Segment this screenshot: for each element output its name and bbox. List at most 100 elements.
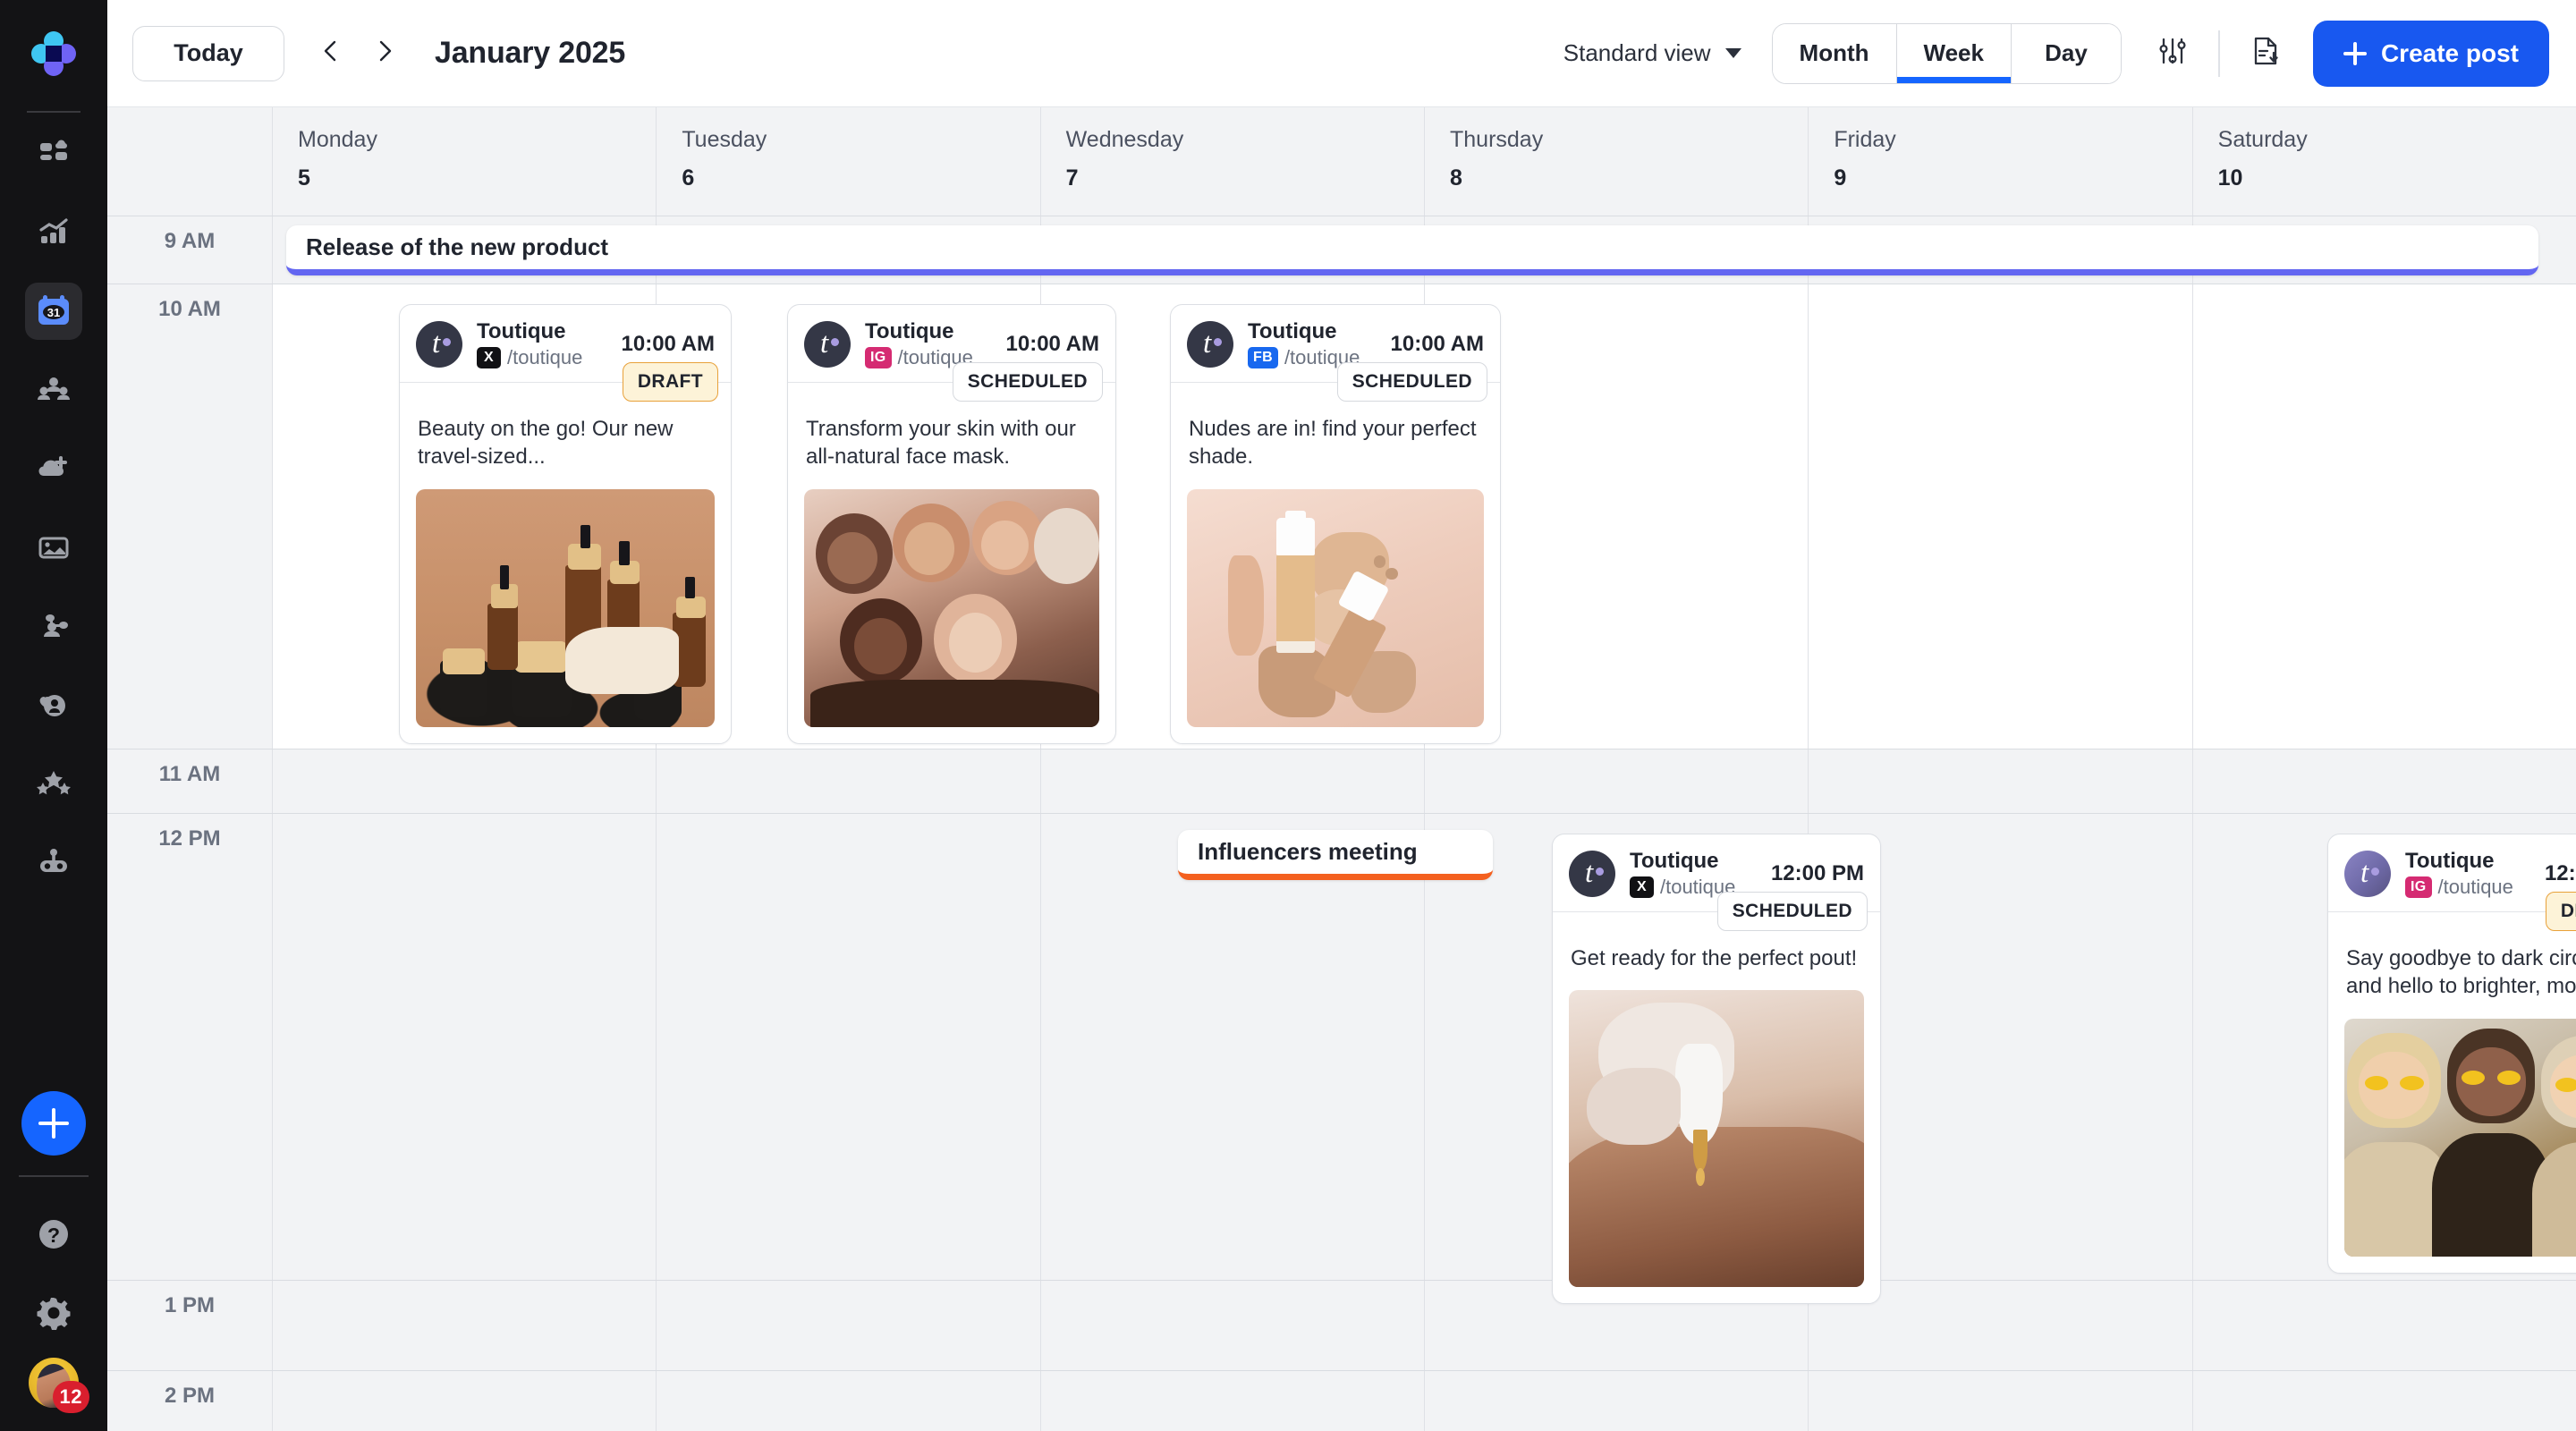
- avatar-letter: t: [820, 329, 828, 359]
- sidebar-item-engagement[interactable]: [25, 676, 82, 733]
- view-mode-dropdown[interactable]: Standard view: [1563, 39, 1741, 67]
- post-card-monday-1000am[interactable]: t Toutique X /toutique 10:00 AM DRAFT: [399, 304, 732, 744]
- post-card-saturday-1200pm[interactable]: t Toutique IG /toutique 12:00 PM DRAFT: [2327, 834, 2576, 1274]
- settings-button[interactable]: [25, 1286, 82, 1343]
- slot-monday-2pm[interactable]: [273, 1371, 657, 1431]
- plus-icon: [38, 1108, 69, 1139]
- sidebar-item-automations[interactable]: [25, 834, 82, 891]
- post-media-eye-patch-women-photo[interactable]: [2344, 1019, 2576, 1257]
- next-week-button[interactable]: [361, 30, 408, 77]
- time-label-2pm: 2 PM: [107, 1371, 273, 1431]
- slot-monday-1pm[interactable]: [273, 1281, 657, 1370]
- avatar[interactable]: 12: [29, 1358, 79, 1408]
- post-media-group-of-women-photo[interactable]: [804, 489, 1099, 727]
- account-name: Toutique: [2405, 849, 2530, 874]
- slot-wednesday-11am[interactable]: [1041, 749, 1425, 813]
- plus-icon: [2343, 42, 2367, 65]
- cloud-add-icon: [36, 451, 72, 487]
- sidebar-item-community[interactable]: [25, 361, 82, 419]
- tab-month[interactable]: Month: [1773, 24, 1897, 83]
- avatar-dot: [2371, 868, 2379, 876]
- day-header-friday[interactable]: Friday 9: [1809, 107, 2192, 216]
- slot-monday-11am[interactable]: [273, 749, 657, 813]
- day-header-tuesday[interactable]: Tuesday 6: [657, 107, 1040, 216]
- post-media-serum-dropper-skin-photo[interactable]: [1569, 990, 1864, 1287]
- slot-tuesday-1pm[interactable]: [657, 1281, 1040, 1370]
- day-number: 5: [298, 165, 656, 191]
- create-plus-fab[interactable]: [21, 1091, 86, 1156]
- slot-saturday-11am[interactable]: [2193, 749, 2576, 813]
- slot-tuesday-12pm[interactable]: [657, 814, 1040, 1280]
- brand-logo[interactable]: [0, 0, 107, 107]
- rail-divider-top: [27, 111, 80, 113]
- post-card-wednesday-1000am[interactable]: t Toutique FB /toutique 10:00 AM SCHEDUL…: [1170, 304, 1501, 744]
- slot-thursday-11am[interactable]: [1425, 749, 1809, 813]
- day-header-thursday[interactable]: Thursday 8: [1425, 107, 1809, 216]
- account-identity: Toutique X /toutique: [477, 319, 607, 369]
- calendar-31-icon: 31: [35, 292, 72, 330]
- slot-monday-12pm[interactable]: [273, 814, 657, 1280]
- analytics-chart-icon: [36, 215, 72, 250]
- post-text: Say goodbye to dark circles and hello to…: [2328, 912, 2576, 1019]
- account-name: Toutique: [477, 319, 607, 344]
- create-post-button[interactable]: Create post: [2313, 21, 2549, 87]
- sidebar-item-reviews[interactable]: [25, 755, 82, 812]
- export-button[interactable]: [2238, 26, 2293, 81]
- account-avatar: t: [416, 321, 462, 368]
- day-header-saturday[interactable]: Saturday 10: [2193, 107, 2576, 216]
- avatar-dot: [443, 338, 451, 346]
- sidebar-item-publish[interactable]: [25, 440, 82, 497]
- slot-saturday-1pm[interactable]: [2193, 1281, 2576, 1370]
- allday-event-title: Release of the new product: [306, 233, 608, 261]
- prev-week-button[interactable]: [308, 30, 354, 77]
- chevron-left-icon: [318, 38, 344, 69]
- day-header-monday[interactable]: Monday 5: [273, 107, 657, 216]
- allday-event-release[interactable]: Release of the new product: [286, 225, 2538, 275]
- filter-sliders-icon: [2156, 34, 2190, 72]
- post-media-serum-bottles-photo[interactable]: [416, 489, 715, 727]
- account-name: Toutique: [865, 319, 992, 344]
- event-influencers-meeting[interactable]: Influencers meeting: [1178, 830, 1493, 880]
- avatar-letter: t: [2360, 859, 2368, 888]
- slot-tuesday-11am[interactable]: [657, 749, 1040, 813]
- sidebar-item-analytics[interactable]: [25, 204, 82, 261]
- day-header-wednesday[interactable]: Wednesday 7: [1041, 107, 1425, 216]
- avatar-dot: [831, 338, 839, 346]
- slot-tuesday-2pm[interactable]: [657, 1371, 1040, 1431]
- filter-button[interactable]: [2145, 26, 2200, 81]
- slot-friday-11am[interactable]: [1809, 749, 2192, 813]
- sidebar-item-dashboard[interactable]: [25, 125, 82, 182]
- time-label-9am: 9 AM: [107, 216, 273, 284]
- slot-saturday-2pm[interactable]: [2193, 1371, 2576, 1431]
- sidebar-item-influencers[interactable]: [25, 597, 82, 655]
- time-label-11am: 11 AM: [107, 749, 273, 813]
- status-badge: DRAFT: [623, 362, 718, 402]
- people-group-icon: [36, 372, 72, 408]
- day-name: Tuesday: [682, 127, 1039, 153]
- day-name: Friday: [1834, 127, 2191, 153]
- post-card-thursday-1200pm[interactable]: t Toutique X /toutique 12:00 PM SCHEDULE…: [1552, 834, 1881, 1304]
- slot-wednesday-1pm[interactable]: [1041, 1281, 1425, 1370]
- today-button[interactable]: Today: [132, 26, 284, 81]
- tab-day[interactable]: Day: [2012, 24, 2121, 83]
- sidebar-item-calendar[interactable]: 31: [25, 283, 82, 340]
- row-cells: [273, 814, 2576, 1280]
- image-icon: [36, 529, 72, 565]
- slot-friday-2pm[interactable]: [1809, 1371, 2192, 1431]
- post-card-tuesday-1000am[interactable]: t Toutique IG /toutique 10:00 AM SCHEDUL…: [787, 304, 1116, 744]
- rail-divider-bottom: [19, 1175, 89, 1177]
- slot-wednesday-12pm[interactable]: [1041, 814, 1425, 1280]
- account-avatar: t: [804, 321, 851, 368]
- slot-wednesday-2pm[interactable]: [1041, 1371, 1425, 1431]
- post-media-foundation-bottles-photo[interactable]: [1187, 489, 1484, 727]
- account-name: Toutique: [1630, 849, 1757, 874]
- sidebar-item-media-library[interactable]: [25, 519, 82, 576]
- post-divider: SCHEDULED: [1553, 911, 1880, 912]
- slot-saturday-10am[interactable]: [2193, 284, 2576, 749]
- toolbar: Today January 2025 Standard view Month: [107, 0, 2576, 107]
- network-badge-ig: IG: [865, 347, 892, 368]
- tab-week[interactable]: Week: [1897, 24, 2012, 83]
- slot-thursday-2pm[interactable]: [1425, 1371, 1809, 1431]
- help-button[interactable]: ?: [25, 1207, 82, 1265]
- slot-friday-10am[interactable]: [1809, 284, 2192, 749]
